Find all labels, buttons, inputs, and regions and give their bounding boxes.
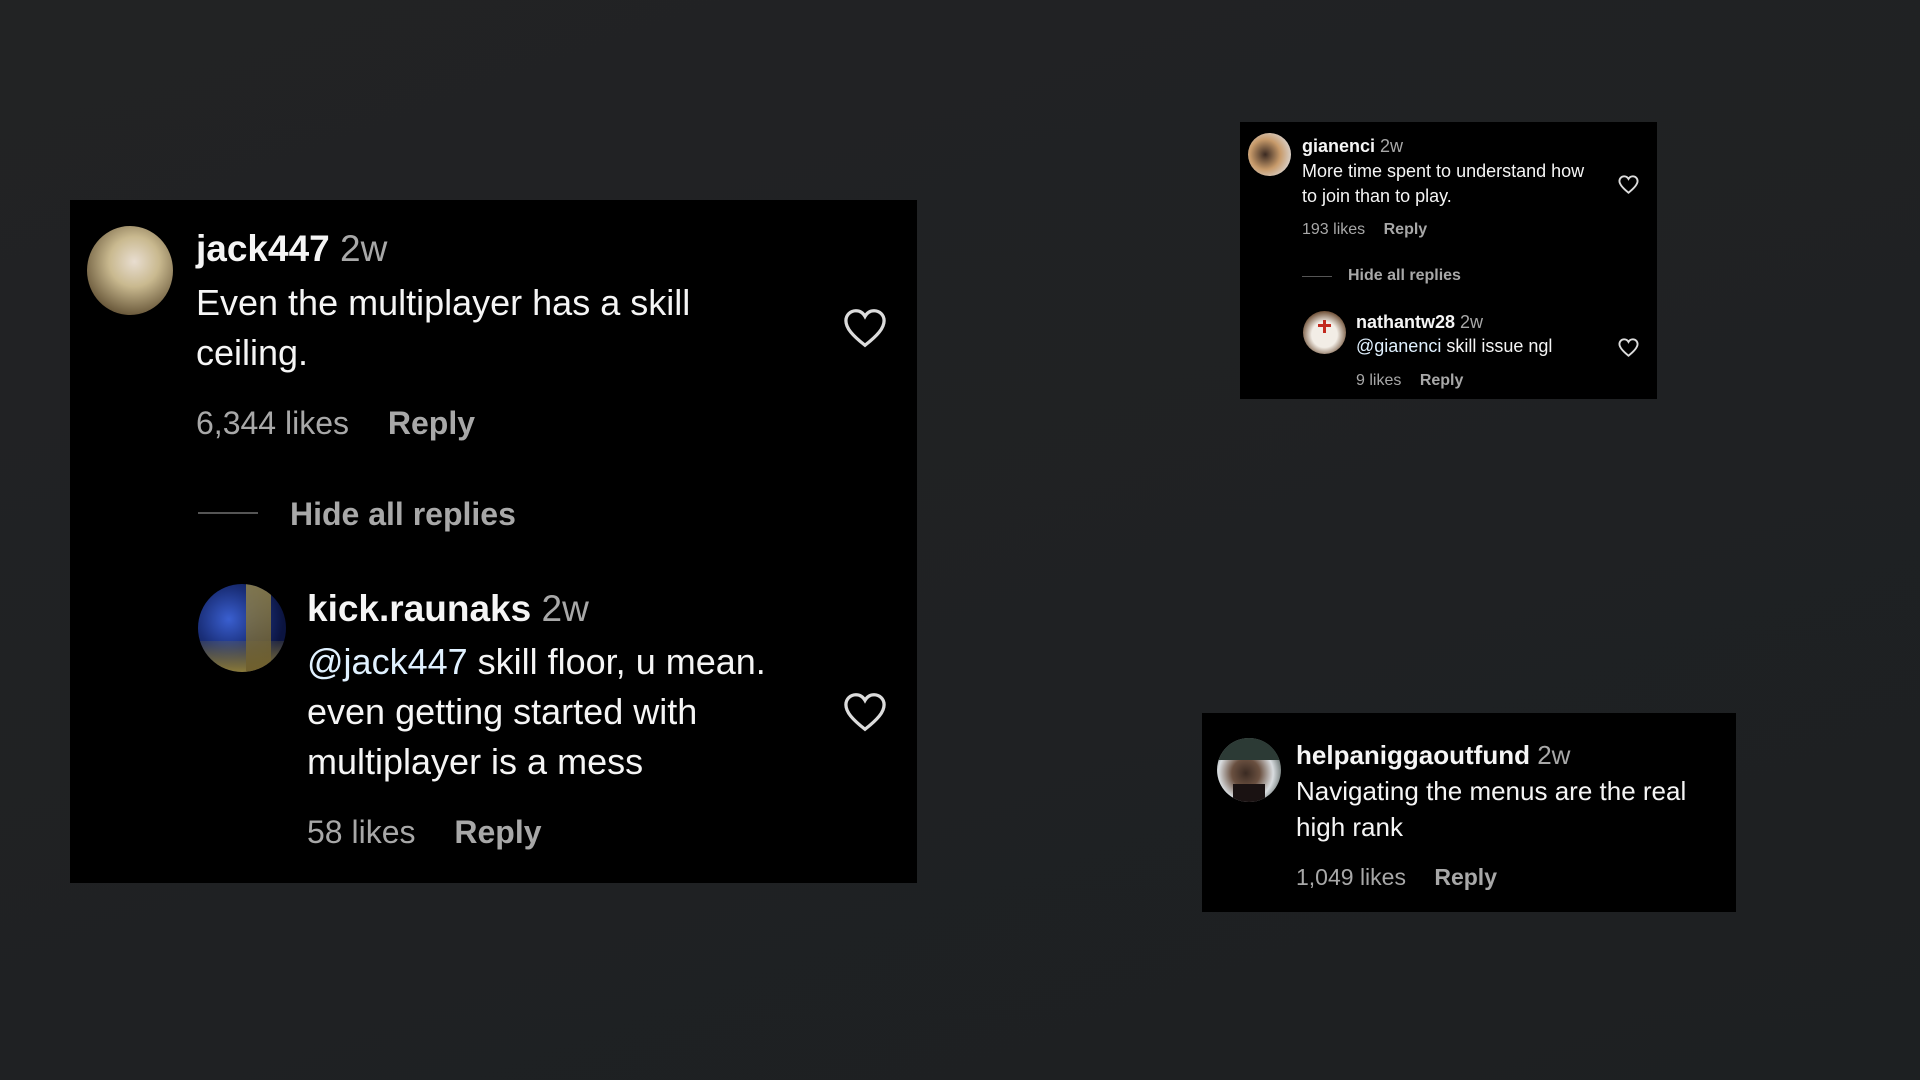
comment-helpaniggaoutfund: helpaniggaoutfund 2w Navigating the menu…	[1202, 713, 1736, 912]
comment-line: high rank	[1296, 812, 1403, 842]
divider-line	[198, 512, 258, 514]
comment-line: Navigating the menus are the real	[1296, 776, 1687, 806]
comment-line: to join than to play.	[1302, 186, 1452, 206]
avatar-gianenci[interactable]	[1248, 133, 1291, 176]
reply-button[interactable]: Reply	[454, 814, 541, 850]
reply-button[interactable]: Reply	[1434, 864, 1497, 890]
username-link[interactable]: jack447	[196, 228, 330, 269]
reply-button[interactable]: Reply	[1420, 372, 1464, 389]
divider-line	[1302, 276, 1332, 277]
timestamp: 2w	[541, 588, 589, 629]
comment-thread-gianenci: gianenci 2w More time spent to understan…	[1240, 122, 1657, 399]
avatar-kick-raunaks[interactable]	[198, 584, 286, 672]
reply-meta: 9 likes Reply	[1356, 372, 1463, 390]
reply-line: even getting started with	[307, 691, 698, 732]
mention-link[interactable]: @jack447	[307, 641, 468, 682]
username-link[interactable]: kick.raunaks	[307, 588, 531, 629]
hide-replies-button[interactable]: Hide all replies	[290, 496, 516, 533]
comment-header: jack447 2w	[196, 228, 387, 270]
username-link[interactable]: nathantw28	[1356, 312, 1455, 332]
avatar-helpaniggaoutfund[interactable]	[1217, 738, 1281, 802]
username-link[interactable]: helpaniggaoutfund	[1296, 740, 1530, 770]
timestamp: 2w	[340, 228, 388, 269]
timestamp: 2w	[1460, 312, 1484, 332]
reply-header: nathantw28 2w	[1356, 312, 1483, 333]
hide-replies-button[interactable]: Hide all replies	[1348, 267, 1461, 285]
comment-text: Even the multiplayer has a skill ceiling…	[196, 278, 690, 378]
likes-count[interactable]: 58 likes	[307, 814, 416, 850]
like-heart-icon[interactable]	[843, 308, 887, 348]
reply-line: @jack447 skill floor, u mean.	[307, 637, 766, 687]
mention-link[interactable]: @gianenci	[1356, 336, 1441, 356]
timestamp: 2w	[1537, 740, 1571, 770]
reply-meta: 58 likes Reply	[307, 814, 542, 851]
comment-text: Navigating the menus are the real high r…	[1296, 773, 1686, 845]
reply-line: @gianenci skill issue ngl	[1356, 334, 1552, 359]
likes-count[interactable]: 6,344 likes	[196, 405, 349, 441]
comment-line: More time spent to understand how	[1302, 161, 1585, 181]
like-heart-icon[interactable]	[1618, 175, 1639, 194]
username-link[interactable]: gianenci	[1302, 136, 1375, 156]
comment-line: ceiling.	[196, 332, 309, 373]
reply-text: @jack447 skill floor, u mean. even getti…	[307, 637, 766, 787]
comment-thread-jack447: jack447 2w Even the multiplayer has a sk…	[70, 200, 917, 883]
comment-header: helpaniggaoutfund 2w	[1296, 740, 1570, 771]
avatar-jack447[interactable]	[87, 226, 173, 315]
reply-line: multiplayer is a mess	[307, 741, 644, 782]
like-heart-icon[interactable]	[843, 692, 887, 732]
like-heart-icon[interactable]	[1618, 338, 1639, 357]
timestamp: 2w	[1380, 136, 1404, 156]
comment-meta: 193 likes Reply	[1302, 221, 1427, 239]
reply-header: kick.raunaks 2w	[307, 588, 589, 630]
comment-meta: 1,049 likes Reply	[1296, 864, 1497, 891]
comment-line: Even the multiplayer has a skill	[196, 282, 691, 323]
reply-line-text: skill floor, u mean.	[467, 641, 766, 682]
reply-line-text: skill issue ngl	[1441, 336, 1553, 356]
reply-text: @gianenci skill issue ngl	[1356, 334, 1552, 359]
likes-count[interactable]: 193 likes	[1302, 221, 1365, 238]
comment-header: gianenci 2w	[1302, 136, 1403, 157]
likes-count[interactable]: 1,049 likes	[1296, 864, 1406, 890]
likes-count[interactable]: 9 likes	[1356, 372, 1401, 389]
reply-button[interactable]: Reply	[1384, 221, 1428, 238]
comment-meta: 6,344 likes Reply	[196, 405, 475, 442]
reply-button[interactable]: Reply	[388, 405, 475, 441]
avatar-nathantw28[interactable]	[1303, 311, 1346, 354]
comment-text: More time spent to understand how to joi…	[1302, 159, 1584, 209]
